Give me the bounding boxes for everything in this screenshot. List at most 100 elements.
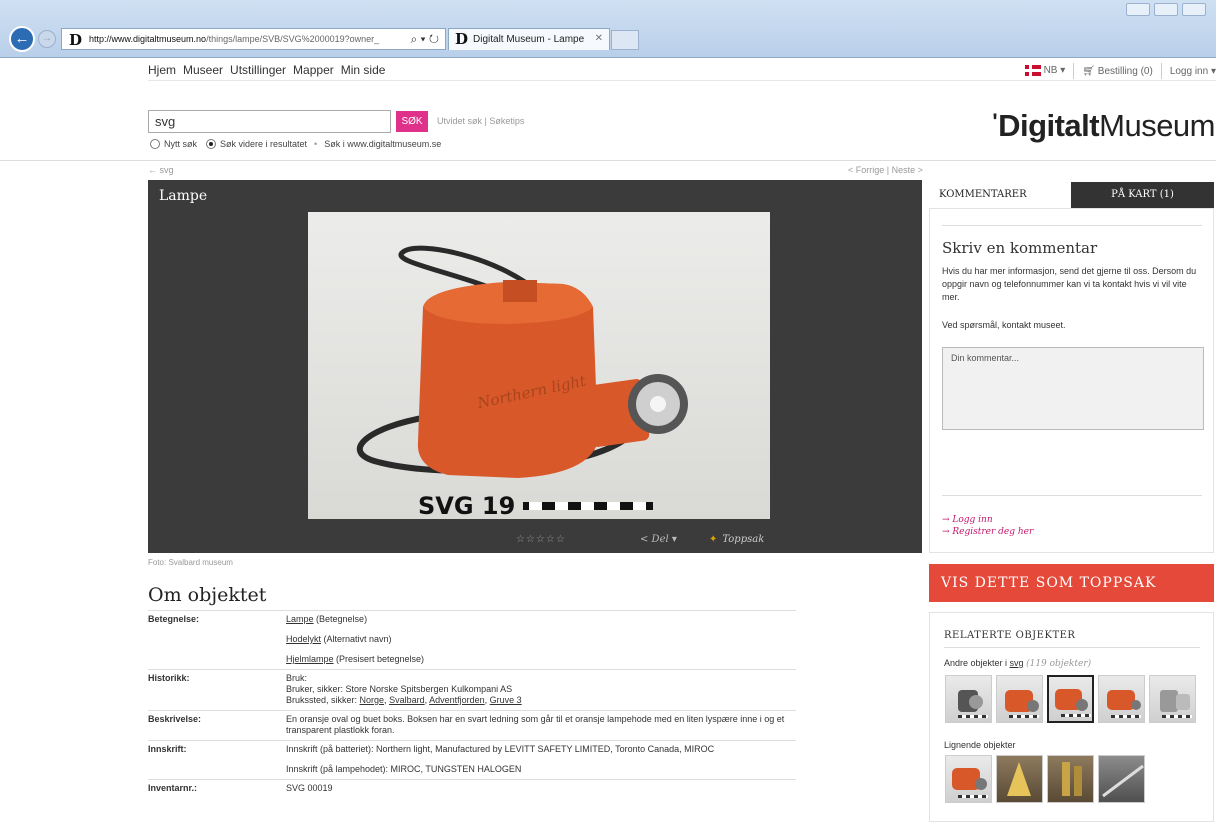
login-link[interactable]: → Logg inn (942, 514, 1033, 526)
refine-search-radio[interactable] (206, 139, 216, 149)
object-properties: Betegnelse: Lampe (Betegnelse) Hodelykt … (148, 610, 796, 798)
thumbnail[interactable] (1149, 675, 1196, 723)
property-row: Beskrivelse: En oransje oval og buet bok… (148, 710, 796, 740)
divider (1160, 63, 1162, 79)
comment-textarea[interactable]: Din kommentar... (942, 347, 1204, 430)
register-link[interactable]: → Registrer deg her (942, 526, 1033, 538)
object-count: (119 objekter) (1026, 659, 1092, 669)
lamp-bulb (650, 396, 666, 412)
new-search-radio[interactable] (150, 139, 160, 149)
tab-favicon-icon: D (455, 30, 469, 48)
advanced-search-links[interactable]: Utvidet søk | Søketips (437, 116, 524, 126)
search-button[interactable]: SØK (396, 111, 428, 132)
thumbnail[interactable] (1047, 755, 1094, 803)
minimize-button[interactable] (1126, 3, 1150, 16)
breadcrumb[interactable]: ← svg (148, 165, 174, 175)
cable-socket (503, 280, 537, 302)
thumbnail[interactable] (1098, 675, 1145, 723)
auth-links: → Logg inn → Registrer deg her (942, 514, 1033, 538)
window-controls (1126, 3, 1206, 16)
order-link[interactable]: 🛒︎ Bestilling (0) (1082, 66, 1153, 77)
content-divider (0, 160, 1216, 161)
digitalt-museum-logo[interactable]: 'DigitaltMuseum (992, 108, 1215, 144)
comment-panel: Skriv en kommentar Hvis du har mer infor… (929, 208, 1214, 553)
term-link[interactable]: Hodelykt (286, 634, 321, 644)
place-link[interactable]: Svalbard (389, 695, 425, 705)
property-key: Inventarnr.: (148, 783, 198, 793)
side-tabs: KOMMENTARER PÅ KART (1) (929, 182, 1214, 208)
related-heading: RELATERTE OBJEKTER (944, 630, 1076, 641)
address-bar[interactable]: D http://www.digitaltmuseum.no/things/la… (61, 28, 446, 50)
related-objects-panel: RELATERTE OBJEKTER Andre objekter i svg … (929, 612, 1214, 822)
property-value: En oransje oval og buet boks. Boksen har… (286, 714, 785, 735)
term-link[interactable]: Hjelmlampe (286, 654, 334, 664)
site-favicon-icon: D (69, 31, 83, 49)
thumbnail[interactable] (1098, 755, 1145, 803)
nav-museums[interactable]: Museer (183, 63, 223, 77)
property-row: Betegnelse: Lampe (Betegnelse) Hodelykt … (148, 610, 796, 669)
back-arrow-icon[interactable]: ← (9, 26, 35, 52)
property-value: Lampe (Betegnelse) Hodelykt (Alternativt… (286, 614, 425, 664)
property-row: Innskrift: Innskrift (på batteriet): Nor… (148, 740, 796, 779)
search-input[interactable] (148, 110, 391, 133)
property-key: Beskrivelse: (148, 714, 202, 724)
comment-contact: Ved spørsmål, kontakt museet. (942, 320, 1066, 330)
main-nav: Hjem Museer Utstillinger Mapper Min side (148, 63, 385, 77)
norway-flag-icon (1024, 65, 1041, 77)
prev-next-links[interactable]: < Forrige | Neste > (848, 165, 923, 175)
rating-stars[interactable]: ☆☆☆☆☆ (516, 534, 566, 545)
place-link[interactable]: Gruve 3 (490, 695, 522, 705)
show-as-toppsak-button[interactable]: VIS DETTE SOM TOPPSAK (929, 564, 1214, 602)
divider (944, 647, 1200, 648)
object-photo[interactable]: Northern light SVG 19 (308, 212, 770, 519)
logo-mark-icon: ' (992, 109, 998, 134)
toppsak-link[interactable]: ✦ Toppsak (709, 534, 764, 545)
header-divider (148, 80, 1216, 81)
search-se-link[interactable]: Søk i www.digitaltmuseum.se (324, 139, 441, 149)
comment-heading: Skriv en kommentar (942, 239, 1098, 257)
nav-exhibitions[interactable]: Utstillinger (230, 63, 286, 77)
tab-close-icon[interactable]: ✕ (595, 33, 603, 44)
nav-my-page[interactable]: Min side (341, 63, 386, 77)
property-row: Inventarnr.: SVG 00019 (148, 779, 796, 798)
similar-objects-label: Lignende objekter (944, 740, 1016, 750)
section-title: Om objektet (148, 584, 267, 606)
user-menu: NB ▾ 🛒︎ Bestilling (0) Logg inn ▾ (1024, 63, 1216, 79)
thumbnail[interactable] (945, 755, 992, 803)
maximize-button[interactable] (1154, 3, 1178, 16)
new-tab-button[interactable] (611, 30, 639, 50)
comment-intro: Hvis du har mer informasjon, send det gj… (942, 266, 1197, 302)
viewer-toolbar: ☆☆☆☆☆ < Del ▾ ✦ Toppsak (148, 530, 922, 550)
property-row: Historikk: Bruk: Bruker, sikker: Store N… (148, 669, 796, 710)
place-link[interactable]: Norge (360, 695, 385, 705)
address-url[interactable]: http://www.digitaltmuseum.no/things/lamp… (89, 34, 379, 44)
language-selector[interactable]: NB ▾ (1024, 65, 1065, 77)
nav-home[interactable]: Hjem (148, 63, 176, 77)
login-menu[interactable]: Logg inn ▾ (1170, 66, 1216, 77)
tab-comments[interactable]: KOMMENTARER (929, 182, 1071, 208)
thumbnail[interactable] (945, 675, 992, 723)
forward-arrow-icon[interactable]: → (38, 30, 56, 48)
collection-link[interactable]: svg (1010, 658, 1024, 668)
thumbnail-selected[interactable] (1047, 675, 1094, 723)
property-value: SVG 00019 (286, 783, 333, 793)
place-link[interactable]: Adventfjorden (429, 695, 485, 705)
related-thumbnails (945, 675, 1196, 723)
search-refresh-icon[interactable]: ⌕ ▾ ↻ (410, 32, 439, 47)
close-window-button[interactable] (1182, 3, 1206, 16)
search-options: Nytt søk Søk videre i resultatet • Søk i… (150, 139, 441, 149)
term-link[interactable]: Lampe (286, 614, 314, 624)
star-icon: ✦ (709, 534, 718, 545)
photo-credit: Foto: Svalbard museum (148, 558, 233, 567)
nav-folders[interactable]: Mapper (293, 63, 334, 77)
thumbnail[interactable] (996, 755, 1043, 803)
tab-map[interactable]: PÅ KART (1) (1071, 182, 1214, 208)
new-search-label[interactable]: Nytt søk (164, 139, 197, 149)
refine-search-label[interactable]: Søk videre i resultatet (220, 139, 307, 149)
browser-tab[interactable]: D Digitalt Museum - Lampe ✕ (448, 28, 610, 50)
property-key: Innskrift: (148, 744, 187, 754)
share-button[interactable]: < Del ▾ (640, 534, 677, 545)
property-value: Bruk: Bruker, sikker: Store Norske Spits… (286, 673, 522, 705)
thumbnail[interactable] (996, 675, 1043, 723)
browser-nav-row: ← → D http://www.digitaltmuseum.no/thing… (0, 26, 1216, 54)
